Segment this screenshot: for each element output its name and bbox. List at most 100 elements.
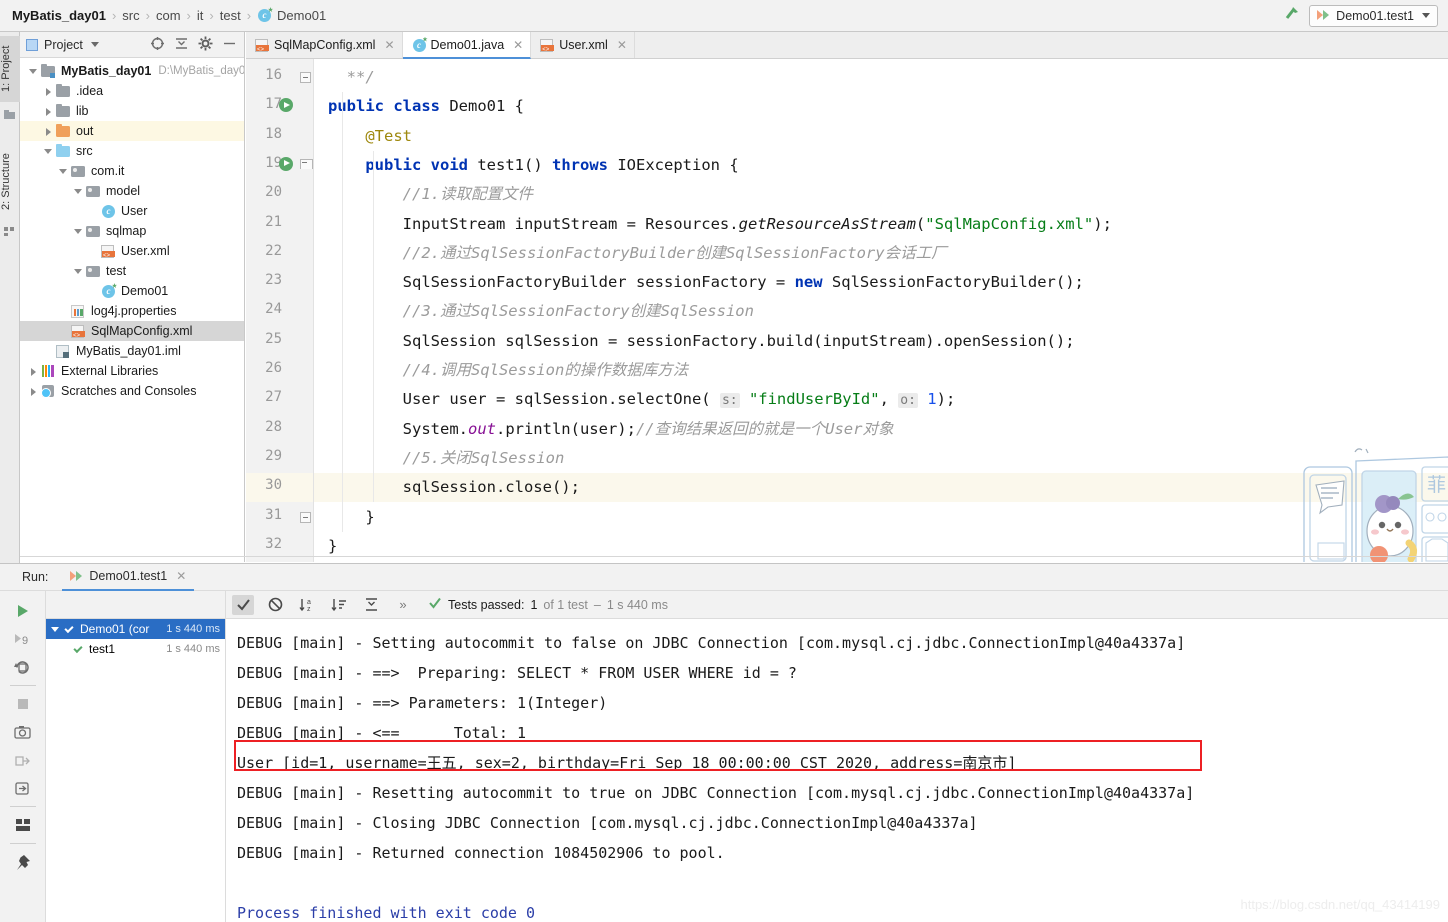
gutter-line-21[interactable]: 21: [246, 210, 314, 239]
gutter-line-26[interactable]: 26: [246, 356, 314, 385]
gutter-line-17[interactable]: 17: [246, 92, 314, 121]
chevron-right-icon[interactable]: [43, 106, 54, 117]
test-results-tree[interactable]: Demo01 (cor 1 s 440 ms test1 1 s 440 ms: [46, 619, 225, 659]
tool-window-button-structure[interactable]: 2: Structure: [0, 142, 20, 222]
run-test-gutter-icon[interactable]: [279, 98, 293, 113]
code-line-26[interactable]: //4.调用SqlSession的操作数据库方法: [314, 356, 689, 385]
breadcrumb-item-com[interactable]: com: [156, 8, 181, 23]
chevron-right-icon[interactable]: [28, 366, 39, 377]
chevron-down-icon[interactable]: [73, 266, 84, 277]
chevron-down-icon[interactable]: [73, 226, 84, 237]
gutter-line-31[interactable]: 31: [246, 503, 314, 532]
gutter-line-23[interactable]: 23: [246, 268, 314, 297]
code-editor[interactable]: 16 17 18 19 20 21 22 23 24 25 26 27 28 29 30 31 32 **/pu…: [246, 59, 1448, 562]
code-fold-marker[interactable]: [300, 511, 311, 523]
sort-alphabetically-icon[interactable]: az: [296, 595, 318, 615]
close-icon[interactable]: ✕: [617, 38, 627, 52]
code-line-21[interactable]: InputStream inputStream = Resources.getR…: [314, 210, 1112, 239]
tree-node-src[interactable]: src: [20, 141, 244, 161]
chevron-down-icon[interactable]: [73, 186, 84, 197]
code-content[interactable]: **/public class Demo01 { @Test public vo…: [314, 59, 1448, 562]
code-line-28[interactable]: System.out.println(user);//查询结果返回的就是一个Us…: [314, 415, 894, 444]
chevron-right-icon[interactable]: [43, 126, 54, 137]
tree-node-user[interactable]: c User: [20, 201, 244, 221]
tree-node-external-libraries[interactable]: External Libraries: [20, 361, 244, 381]
chevron-down-icon[interactable]: [28, 66, 39, 77]
code-line-29[interactable]: //5.关闭SqlSession: [314, 444, 565, 473]
code-line-24[interactable]: //3.通过SqlSessionFactory创建SqlSession: [314, 297, 754, 326]
code-line-31[interactable]: }: [314, 503, 374, 532]
code-fold-marker[interactable]: [300, 72, 311, 83]
export-icon[interactable]: [8, 746, 38, 774]
chevron-down-icon[interactable]: [58, 166, 69, 177]
test-tree-row-0[interactable]: Demo01 (cor 1 s 440 ms: [46, 619, 225, 639]
build-hammer-icon[interactable]: [1283, 4, 1301, 27]
tree-node-mybatis-day01-iml[interactable]: MyBatis_day01.iml: [20, 341, 244, 361]
code-line-25[interactable]: SqlSession sqlSession = sessionFactory.b…: [314, 327, 1075, 356]
more-icon[interactable]: »: [392, 595, 414, 615]
editor-run-splitter[interactable]: [20, 556, 1448, 557]
gutter-line-24[interactable]: 24: [246, 297, 314, 326]
tree-node-demo01[interactable]: c Demo01: [20, 281, 244, 301]
gutter-line-28[interactable]: 28: [246, 415, 314, 444]
locate-icon[interactable]: [150, 36, 165, 54]
breadcrumb-item-it[interactable]: it: [197, 8, 204, 23]
hide-ignored-icon[interactable]: [264, 595, 286, 615]
close-icon[interactable]: ✕: [384, 38, 394, 52]
code-line-22[interactable]: //2.通过SqlSessionFactoryBuilder创建SqlSessi…: [314, 239, 947, 268]
expand-collapse-icon[interactable]: [360, 595, 382, 615]
code-line-20[interactable]: //1.读取配置文件: [314, 180, 533, 209]
code-line-17[interactable]: public class Demo01 {: [314, 92, 524, 121]
chevron-right-icon[interactable]: [43, 86, 54, 97]
toggle-auto-test-icon[interactable]: [8, 653, 38, 681]
tree-node-log4j-properties[interactable]: log4j.properties: [20, 301, 244, 321]
tree-node-scratches-and-consoles[interactable]: Scratches and Consoles: [20, 381, 244, 401]
run-configuration-selector[interactable]: Demo01.test1: [1309, 4, 1438, 27]
test-tree-row-1[interactable]: test1 1 s 440 ms: [46, 639, 225, 659]
code-line-30[interactable]: sqlSession.close();: [314, 473, 1448, 503]
hide-icon[interactable]: [222, 36, 237, 54]
close-icon[interactable]: ✕: [176, 569, 186, 583]
chevron-down-icon[interactable]: [90, 42, 99, 47]
tree-node-com-it[interactable]: com.it: [20, 161, 244, 181]
collapse-all-icon[interactable]: [174, 36, 189, 54]
stop-icon[interactable]: [8, 690, 38, 718]
code-line-19[interactable]: public void test1() throws IOException {: [314, 151, 738, 180]
chevron-right-icon[interactable]: [28, 386, 39, 397]
run-tab-demo01-test1[interactable]: Demo01.test1 ✕: [62, 564, 195, 591]
import-icon[interactable]: [8, 774, 38, 802]
sort-by-duration-icon[interactable]: [328, 595, 350, 615]
code-line-18[interactable]: @Test: [314, 122, 412, 151]
code-fold-marker[interactable]: [300, 158, 313, 171]
tab-sqlmapconfig-xml[interactable]: SqlMapConfig.xml ✕: [246, 32, 403, 58]
editor-gutter[interactable]: 16 17 18 19 20 21 22 23 24 25 26 27 28 29 30 31 32: [246, 59, 314, 562]
gutter-line-25[interactable]: 25: [246, 327, 314, 356]
gutter-line-18[interactable]: 18: [246, 122, 314, 151]
gutter-line-19[interactable]: 19: [246, 151, 314, 180]
code-line-16[interactable]: **/: [314, 63, 375, 92]
breadcrumb-item-demo01[interactable]: c Demo01: [257, 8, 326, 23]
tool-window-button-project[interactable]: 1: Project: [0, 36, 20, 102]
tree-node-sqlmap[interactable]: sqlmap: [20, 221, 244, 241]
chevron-down-icon[interactable]: [43, 146, 54, 157]
breadcrumb-item-test[interactable]: test: [220, 8, 241, 23]
pin-icon[interactable]: [8, 848, 38, 876]
layout-icon[interactable]: [8, 811, 38, 839]
gutter-line-22[interactable]: 22: [246, 239, 314, 268]
gutter-line-16[interactable]: 16: [246, 63, 314, 92]
gutter-line-29[interactable]: 29: [246, 444, 314, 473]
project-tree[interactable]: MyBatis_day01 D:\MyBatis_day01 .idea lib out…: [20, 58, 244, 561]
tree-node-test[interactable]: test: [20, 261, 244, 281]
close-icon[interactable]: ✕: [513, 38, 523, 52]
gutter-line-30[interactable]: 30: [246, 473, 314, 503]
gutter-line-20[interactable]: 20: [246, 180, 314, 209]
tree-node-model[interactable]: model: [20, 181, 244, 201]
tree-node-lib[interactable]: lib: [20, 101, 244, 121]
rerun-play-icon[interactable]: [8, 597, 38, 625]
tab-demo01-java[interactable]: c Demo01.java ✕: [402, 32, 532, 59]
rerun-failed-icon[interactable]: 9: [8, 625, 38, 653]
tree-node-idea[interactable]: .idea: [20, 81, 244, 101]
tree-node-user-xml[interactable]: User.xml: [20, 241, 244, 261]
tree-node-out[interactable]: out: [20, 121, 244, 141]
code-line-23[interactable]: SqlSessionFactoryBuilder sessionFactory …: [314, 268, 1084, 297]
